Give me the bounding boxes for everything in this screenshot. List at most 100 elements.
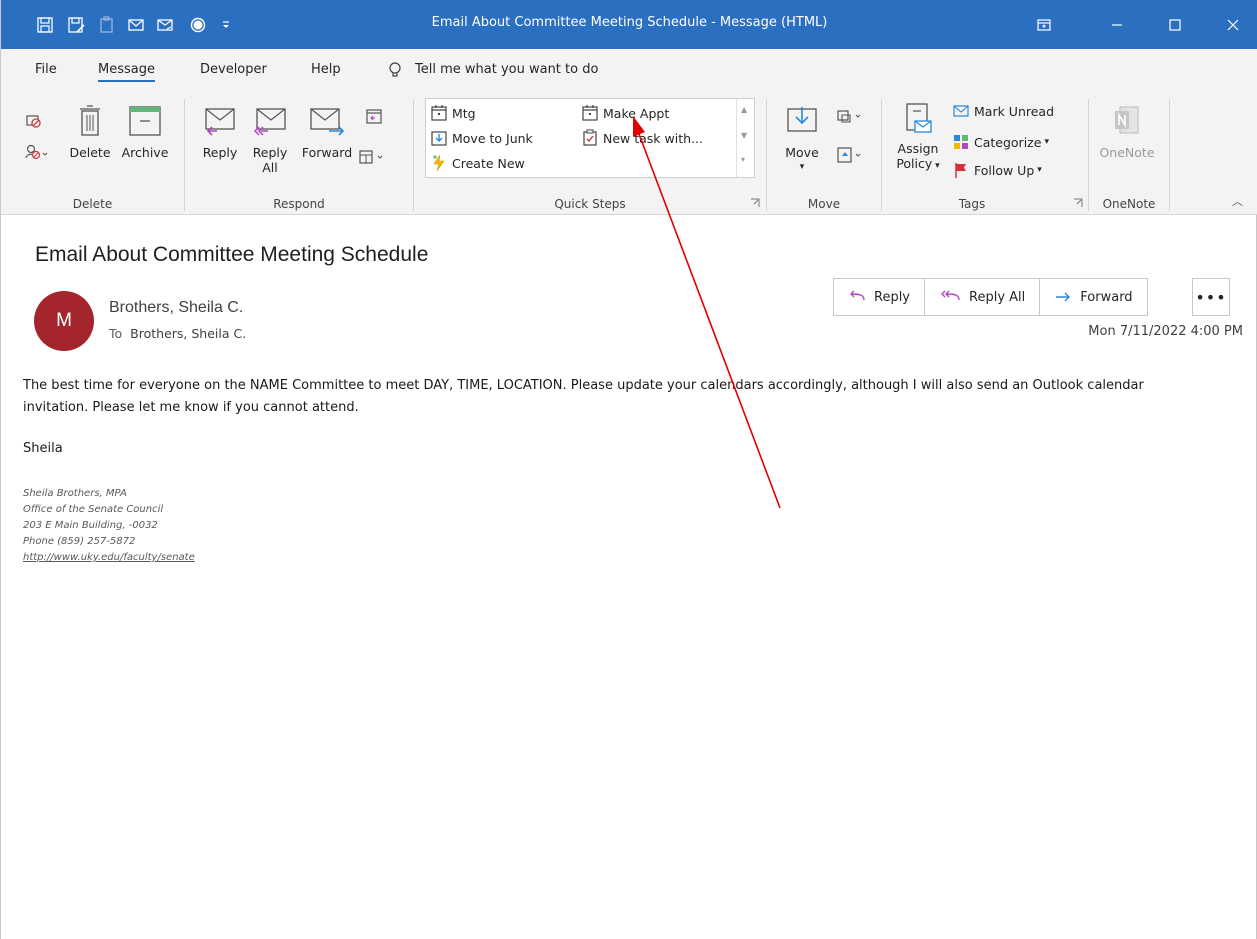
- close-icon[interactable]: [1210, 0, 1256, 49]
- envelope-icon: [953, 105, 969, 117]
- rules-dropdown-icon[interactable]: [833, 107, 869, 125]
- email-signature: Sheila Brothers, MPA Office of the Senat…: [23, 486, 195, 566]
- signature-office: Office of the Senate Council: [23, 504, 164, 515]
- quick-step-make-appt[interactable]: Make Appt: [581, 104, 669, 122]
- assign-policy-button[interactable]: Assign Policy ▾: [890, 101, 946, 174]
- reply-action-button[interactable]: Reply: [834, 279, 926, 315]
- quick-step-move-to-junk-label: Move to Junk: [452, 130, 533, 146]
- ignore-icon[interactable]: [23, 111, 43, 129]
- mark-unread-button[interactable]: Mark Unread: [952, 103, 1054, 119]
- signature-name: Sheila Brothers, MPA: [23, 488, 127, 499]
- tell-me-search[interactable]: Tell me what you want to do: [415, 62, 598, 77]
- window-title: Email About Committee Meeting Schedule -…: [431, 15, 828, 30]
- dialog-launcher-icon[interactable]: [1073, 198, 1083, 208]
- message-actions: Reply Reply All Forward: [833, 278, 1148, 316]
- move-label: Move: [785, 145, 819, 160]
- quick-step-new-task[interactable]: New task with...: [581, 129, 703, 147]
- more-respond-dropdown-icon[interactable]: [355, 148, 391, 166]
- forward-arrow-icon: [1056, 292, 1071, 302]
- forward-button[interactable]: Forward: [299, 103, 355, 160]
- dialog-launcher-icon[interactable]: [750, 198, 760, 208]
- tags-group-label: Tags: [958, 197, 986, 211]
- delete-group: Delete Archive Delete: [1, 93, 184, 215]
- quick-step-move-to-junk[interactable]: Move to Junk: [430, 129, 533, 147]
- onenote-label: OneNote: [1099, 145, 1155, 160]
- follow-up-label: Follow Up: [974, 162, 1035, 178]
- respond-group-label: Respond: [273, 197, 325, 211]
- sent-date: Mon 7/11/2022 4:00 PM: [1088, 324, 1243, 339]
- quick-step-new-task-label: New task with...: [603, 130, 703, 146]
- quick-steps-scrollbar[interactable]: ▲ ▼ ▾: [736, 99, 754, 177]
- reply-button[interactable]: Reply: [195, 103, 245, 160]
- avatar[interactable]: M: [34, 291, 94, 351]
- reply-label: Reply: [202, 145, 238, 160]
- categorize-label: Categorize: [974, 134, 1042, 150]
- reply-all-action-label: Reply All: [969, 289, 1026, 305]
- assign-policy-label: Assign: [897, 141, 939, 156]
- categorize-grid-icon: [954, 135, 968, 149]
- reply-all-label: Reply: [252, 145, 288, 160]
- quick-step-mtg[interactable]: Mtg: [430, 104, 476, 122]
- collapse-ribbon-icon[interactable]: ︿: [1232, 193, 1243, 209]
- lightbulb-icon: [389, 62, 401, 77]
- forward-action-label: Forward: [1080, 289, 1133, 305]
- quick-step-mtg-label: Mtg: [452, 105, 476, 121]
- assign-policy-label-line2: Policy ▾: [896, 156, 940, 171]
- more-actions-button[interactable]: •••: [1192, 278, 1230, 316]
- task-clipboard-icon: [583, 129, 597, 146]
- body-line: The best time for everyone on the NAME C…: [23, 378, 1144, 393]
- calendar-icon: [431, 105, 447, 121]
- mark-unread-label: Mark Unread: [974, 103, 1055, 119]
- forward-action-button[interactable]: Forward: [1040, 279, 1146, 315]
- onenote-button[interactable]: OneNote: [1097, 103, 1157, 160]
- quick-step-make-appt-label: Make Appt: [603, 105, 670, 121]
- move-group-label: Move: [807, 197, 841, 211]
- recipient-name[interactable]: Brothers, Sheila C.: [130, 326, 246, 341]
- tab-help[interactable]: Help: [311, 62, 341, 77]
- delete-group-label: Delete: [72, 197, 113, 211]
- group-divider: [1169, 99, 1170, 211]
- tab-message[interactable]: Message: [98, 62, 155, 82]
- outlook-message-window: Email About Committee Meeting Schedule -…: [0, 0, 1257, 939]
- tab-developer[interactable]: Developer: [200, 62, 267, 77]
- categorize-button[interactable]: Categorize ▾: [952, 133, 1049, 151]
- message-subject: Email About Committee Meeting Schedule: [35, 243, 429, 266]
- move-to-junk-icon: [431, 131, 447, 146]
- cleanup-dropdown-icon[interactable]: [23, 143, 53, 161]
- delete-label: Delete: [69, 145, 111, 160]
- chevron-down-icon: ▾: [799, 162, 805, 172]
- onenote-send-dropdown-icon[interactable]: [833, 145, 869, 165]
- flag-icon: [955, 163, 966, 178]
- onenote-group-label: OneNote: [1102, 197, 1156, 211]
- scroll-up-icon[interactable]: ▲: [741, 105, 747, 114]
- message-body: The best time for everyone on the NAME C…: [23, 375, 1238, 419]
- move-button[interactable]: Move ▾: [777, 103, 827, 175]
- scroll-down-icon[interactable]: ▼: [741, 131, 747, 140]
- follow-up-button[interactable]: Follow Up ▾: [952, 161, 1042, 179]
- minimize-icon[interactable]: [1094, 0, 1140, 49]
- calendar-icon: [582, 105, 598, 121]
- meeting-reply-icon[interactable]: [363, 107, 385, 125]
- reply-all-label-line2: All: [262, 160, 278, 175]
- ribbon: Delete Archive Delete Reply Reply All Fo…: [1, 93, 1257, 215]
- sender-name[interactable]: Brothers, Sheila C.: [109, 299, 243, 317]
- signature-address: 203 E Main Building, -0032: [23, 520, 158, 531]
- reply-all-action-button[interactable]: Reply All: [925, 279, 1041, 315]
- onenote-group: OneNote OneNote: [1089, 93, 1169, 215]
- quick-step-create-new[interactable]: Create New: [430, 154, 525, 172]
- archive-button[interactable]: Archive: [117, 103, 173, 160]
- tab-file[interactable]: File: [35, 62, 57, 77]
- signature-phone: Phone (859) 257-5872: [23, 536, 136, 547]
- body-line: invitation. Please let me know if you ca…: [23, 400, 359, 415]
- ribbon-tabs: File Message Developer Help Tell me what…: [1, 49, 1257, 93]
- signoff: Sheila: [23, 441, 63, 456]
- signature-link[interactable]: http://www.uky.edu/faculty/senate: [23, 550, 195, 566]
- delete-button[interactable]: Delete: [65, 103, 115, 160]
- move-group: Move ▾ Move: [767, 93, 881, 215]
- restore-ribbon-icon[interactable]: [1021, 0, 1067, 49]
- gallery-expand-icon[interactable]: ▾: [741, 155, 745, 164]
- tags-group: Assign Policy ▾ Mark Unread Categorize ▾ …: [882, 93, 1088, 215]
- recipient-line: To Brothers, Sheila C.: [109, 326, 246, 341]
- reply-all-button[interactable]: Reply All: [245, 103, 295, 175]
- maximize-icon[interactable]: [1152, 0, 1198, 49]
